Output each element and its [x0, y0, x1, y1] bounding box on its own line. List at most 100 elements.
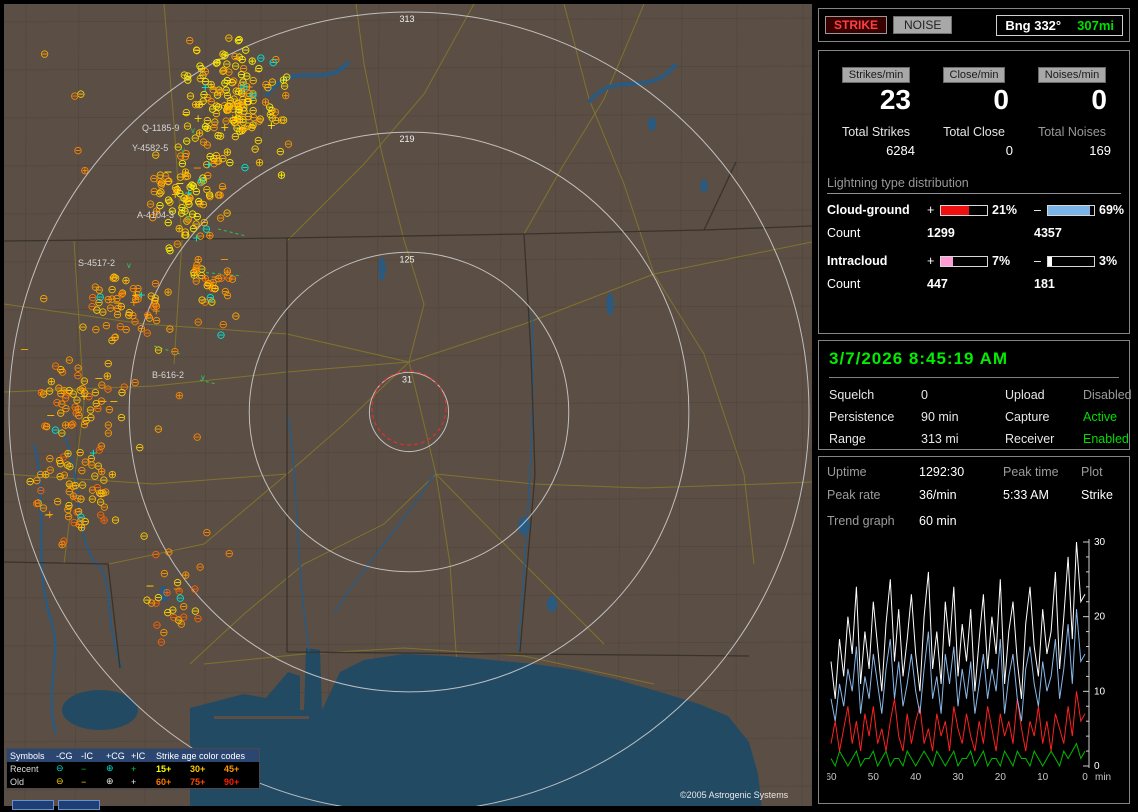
strike-symbol: ⊕	[108, 468, 117, 481]
side-panel: STRIKE NOISE Bng 332° 307mi Strikes/min …	[816, 0, 1138, 812]
range-ring-label: 31	[402, 374, 412, 384]
storm-cell-label: A-4104-3	[137, 210, 174, 220]
strike-symbol: ⊖	[224, 32, 233, 45]
noises-per-min-button[interactable]: Noises/min	[1038, 67, 1106, 83]
recent-strike-symbol: ⊖	[269, 56, 278, 69]
minimized-window-chip[interactable]	[12, 800, 54, 810]
strike-symbol: ⊖	[104, 419, 113, 432]
close-per-min-value: 0	[925, 83, 1023, 117]
peak-time-label: Peak time	[1003, 465, 1081, 479]
close-per-min-button[interactable]: Close/min	[943, 67, 1006, 83]
strike-symbol: ⊖	[51, 359, 60, 372]
strike-symbol: ⊖	[231, 310, 240, 323]
strike-symbol: ⊕	[97, 465, 106, 478]
strike-symbol: ⊖	[135, 441, 144, 454]
strike-symbol: ⊖	[95, 284, 104, 297]
legend-symbols-header: Symbols	[7, 751, 53, 761]
intracloud-row: Intracloud + 7% – 3%	[827, 254, 1121, 268]
strike-symbol: ⊕	[281, 89, 290, 102]
cloud-ground-row: Cloud-ground + 21% – 69%	[827, 203, 1121, 217]
noise-mode-button[interactable]: NOISE	[893, 16, 952, 34]
lightning-map[interactable]: 31321912531 ⊖⊖⊖⊖⊖⊖⊖⊖⊖⊖⊖⊖⊕⊖⊖⊖⊖⊖⊖⊖⊖⊖+⊖⊖⊕⊕⊖…	[4, 4, 812, 806]
ic-positive-bar	[940, 256, 988, 267]
strike-symbol: ⊖	[65, 384, 74, 397]
strike-symbol: ⊖	[234, 34, 243, 47]
trend-x-tick-label: 30	[952, 772, 964, 783]
legend-age-value: 60+	[153, 777, 187, 787]
distribution-title: Lightning type distribution	[827, 176, 1121, 194]
strike-symbol: ⊖	[209, 121, 218, 134]
recent-strike-symbol: +	[201, 81, 210, 94]
legend-row-label: Recent	[7, 764, 53, 774]
legend-age-value: 30+	[187, 764, 221, 774]
ic-negative-count: 181	[1034, 277, 1135, 291]
strike-symbol: ⊖	[63, 459, 72, 472]
legend-age-value: 75+	[187, 777, 221, 787]
strike-symbol: ⊖	[271, 106, 280, 119]
minimized-window-chip[interactable]	[58, 800, 100, 810]
legend-strike-symbol: +	[128, 764, 153, 774]
total-noises-value: 169	[1023, 143, 1121, 158]
total-strikes-label: Total Strikes	[827, 125, 925, 139]
strike-symbol: ⊖	[173, 238, 182, 251]
range-ring-label: 313	[399, 14, 414, 24]
statistics-panel: Strikes/min Close/min Noises/min 23 0 0 …	[818, 50, 1130, 334]
display-mode-bar: STRIKE NOISE Bng 332° 307mi	[818, 8, 1130, 42]
strike-symbol: ⊖	[221, 285, 230, 298]
legend-strike-symbol: −	[78, 764, 103, 774]
recent-strike-symbol: ⊖	[256, 51, 265, 64]
strike-symbol: ⊖	[199, 95, 208, 108]
strikes-per-min-button[interactable]: Strikes/min	[842, 67, 910, 83]
range-ring-label: 219	[399, 134, 414, 144]
total-close-label: Total Close	[925, 125, 1023, 139]
trend-panel: Uptime 1292:30 Peak time Plot Peak rate …	[818, 456, 1130, 804]
strike-symbol: ⊖	[70, 90, 79, 103]
recent-strike-symbol: ⊖	[51, 424, 60, 437]
legend-age-value: 45+	[221, 764, 255, 774]
storm-cell-label: B-616-2	[152, 370, 184, 380]
strike-symbol: ⊖	[282, 71, 291, 84]
range-label: Range	[829, 432, 921, 446]
recent-strike-symbol: ⊖	[202, 223, 211, 236]
strike-symbol: ⊖	[96, 496, 105, 509]
strike-symbol: ⊖	[78, 321, 87, 334]
strike-mode-button[interactable]: STRIKE	[825, 16, 887, 34]
trend-x-tick-label: 60	[827, 772, 837, 783]
strike-symbol: ⊖	[231, 130, 240, 143]
time-settings-panel: 3/7/2026 8:45:19 AM Squelch 0 Upload Dis…	[818, 340, 1130, 450]
strike-symbol: ⊖	[193, 612, 202, 625]
persistence-value: 90 min	[921, 410, 1005, 424]
strike-symbol: ⊖	[276, 145, 285, 158]
strike-symbol: ⊖	[73, 369, 82, 382]
strike-symbol: ⊖	[185, 34, 194, 47]
storm-motion-arrow: ∨	[185, 213, 191, 222]
strike-symbol: ⊖	[65, 354, 74, 367]
recent-strike-symbol: ⊖	[216, 328, 225, 341]
plus-sign: +	[927, 254, 940, 268]
trend-graph: 30201006050403020100min	[827, 534, 1127, 786]
strike-symbol: +	[193, 112, 202, 125]
strike-symbol: ⊕	[195, 127, 204, 140]
strike-symbol: ⊖	[143, 327, 152, 340]
strike-symbol: ⊖	[159, 626, 168, 639]
recent-strike-symbol: ⊖	[206, 291, 215, 304]
strike-symbol: ⊖	[218, 152, 227, 165]
map-legend: Symbols-CG-IC+CG+ICStrike age color code…	[6, 748, 260, 789]
strike-symbol: ⊖	[250, 143, 259, 156]
ic-negative-bar	[1047, 256, 1095, 267]
status-grid: Uptime 1292:30 Peak time Plot Peak rate …	[827, 465, 1121, 502]
legend-row-label: Old	[7, 777, 53, 787]
ic-positive-pct: 7%	[992, 254, 1034, 268]
strike-symbol: ⊖	[154, 591, 163, 604]
bearing-distance: 307mi	[1077, 18, 1114, 33]
settings-grid: Squelch 0 Upload Disabled Persistence 90…	[829, 388, 1119, 446]
strike-symbol: ⊖	[284, 138, 293, 151]
bearing-readout: Bng 332° 307mi	[996, 15, 1123, 36]
strike-symbol: ⊖	[225, 547, 234, 560]
date-time-display: 3/7/2026 8:45:19 AM	[829, 349, 1119, 369]
trend-y-tick-label: 0	[1094, 761, 1100, 772]
strike-symbol: ⊖	[45, 385, 54, 398]
strike-symbol: ⊖	[168, 603, 177, 616]
trend-x-tick-label: 20	[995, 772, 1007, 783]
strike-symbol: ⊖	[215, 86, 224, 99]
